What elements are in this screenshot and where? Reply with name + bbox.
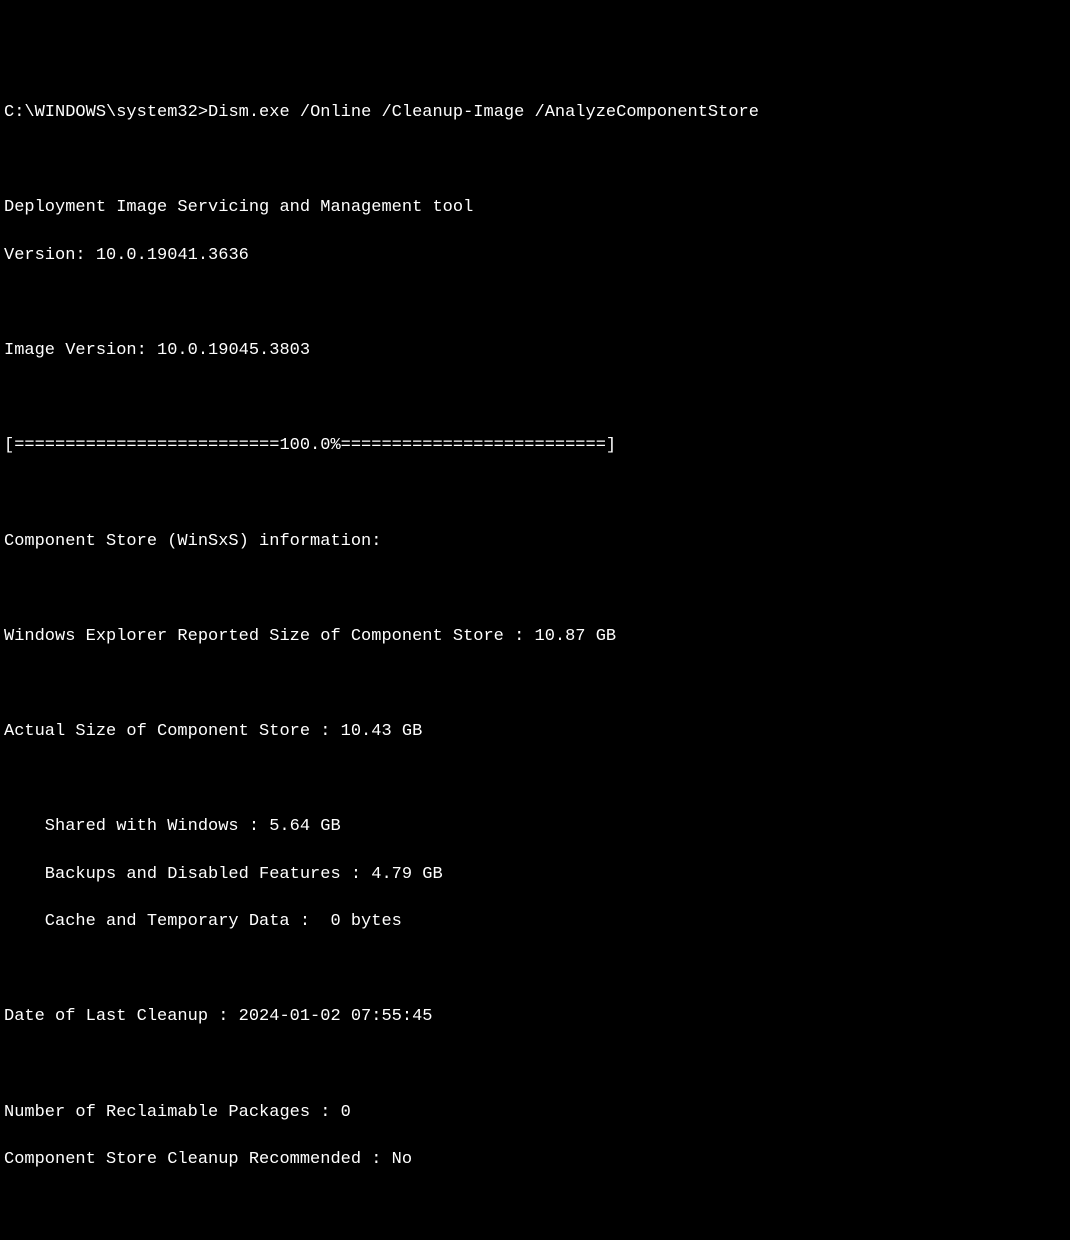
image-version-label: Image Version: — [4, 341, 157, 360]
cleanup-recommended-value: No — [392, 1150, 412, 1169]
blank-line — [4, 482, 1066, 506]
blank-line — [4, 387, 1066, 411]
reclaimable-line: Number of Reclaimable Packages : 0 — [4, 1101, 1066, 1125]
blank-line — [4, 768, 1066, 792]
blank-line — [4, 1196, 1066, 1220]
last-cleanup-label: Date of Last Cleanup : — [4, 1007, 239, 1026]
version-value: 10.0.19041.3636 — [96, 246, 249, 265]
backups-value: 4.79 GB — [371, 865, 442, 884]
progress-bar: [==========================100.0%=======… — [4, 434, 1066, 458]
tool-version-line: Version: 10.0.19041.3636 — [4, 244, 1066, 268]
cache-line: Cache and Temporary Data : 0 bytes — [4, 910, 1066, 934]
reported-size-value: 10.87 GB — [535, 627, 617, 646]
shared-value: 5.64 GB — [269, 817, 340, 836]
last-cleanup-line: Date of Last Cleanup : 2024-01-02 07:55:… — [4, 1005, 1066, 1029]
prompt-path: C:\WINDOWS\system32> — [4, 103, 208, 122]
image-version-line: Image Version: 10.0.19045.3803 — [4, 339, 1066, 363]
section-header: Component Store (WinSxS) information: — [4, 530, 1066, 554]
blank-line — [4, 292, 1066, 316]
cleanup-recommended-line: Component Store Cleanup Recommended : No — [4, 1148, 1066, 1172]
cache-label: Cache and Temporary Data : — [45, 912, 331, 931]
reported-size-line: Windows Explorer Reported Size of Compon… — [4, 625, 1066, 649]
image-version-value: 10.0.19045.3803 — [157, 341, 310, 360]
command-text: Dism.exe /Online /Cleanup-Image /Analyze… — [208, 103, 759, 122]
blank-line — [4, 1053, 1066, 1077]
shared-label: Shared with Windows : — [45, 817, 269, 836]
actual-size-label: Actual Size of Component Store : — [4, 722, 341, 741]
blank-line — [4, 577, 1066, 601]
last-cleanup-value: 2024-01-02 07:55:45 — [239, 1007, 433, 1026]
command-prompt-line[interactable]: C:\WINDOWS\system32>Dism.exe /Online /Cl… — [4, 101, 1066, 125]
actual-size-line: Actual Size of Component Store : 10.43 G… — [4, 720, 1066, 744]
reclaimable-value: 0 — [341, 1103, 351, 1122]
cleanup-recommended-label: Component Store Cleanup Recommended : — [4, 1150, 392, 1169]
reclaimable-label: Number of Reclaimable Packages : — [4, 1103, 341, 1122]
actual-size-value: 10.43 GB — [341, 722, 423, 741]
blank-line — [4, 149, 1066, 173]
backups-label: Backups and Disabled Features : — [45, 865, 371, 884]
backups-line: Backups and Disabled Features : 4.79 GB — [4, 863, 1066, 887]
cache-value: 0 bytes — [330, 912, 401, 931]
tool-title: Deployment Image Servicing and Managemen… — [4, 196, 1066, 220]
blank-line — [4, 958, 1066, 982]
version-label: Version: — [4, 246, 96, 265]
blank-line — [4, 672, 1066, 696]
reported-size-label: Windows Explorer Reported Size of Compon… — [4, 627, 535, 646]
shared-line: Shared with Windows : 5.64 GB — [4, 815, 1066, 839]
